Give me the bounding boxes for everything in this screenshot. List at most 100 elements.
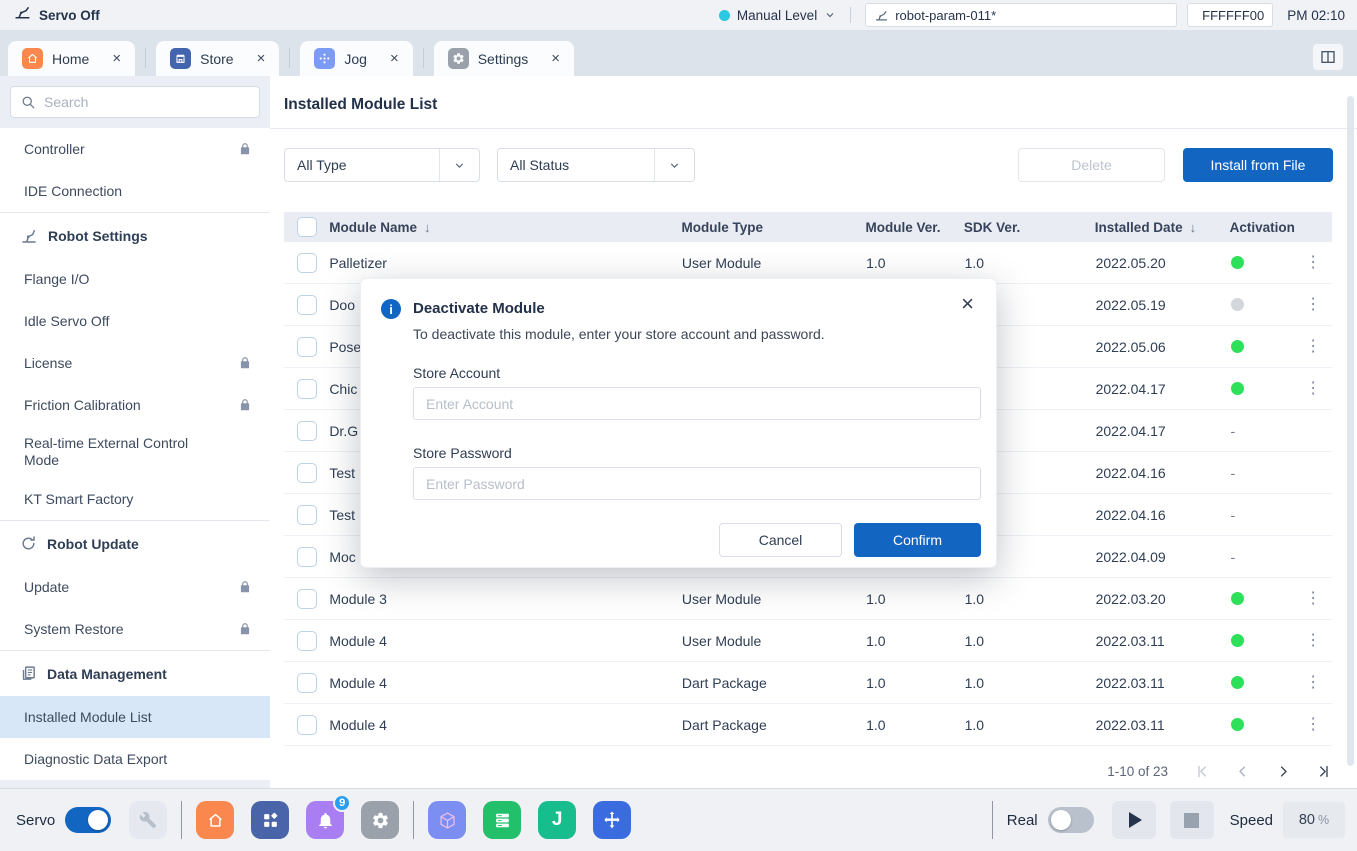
cancel-button[interactable]: Cancel (719, 523, 842, 557)
first-page-button[interactable] (1194, 764, 1209, 779)
tab-separator (423, 48, 424, 68)
column-module-name[interactable]: Module Name↓ (329, 220, 681, 235)
sdk-ver: 1.0 (965, 675, 1096, 691)
installed-date: 2022.03.11 (1096, 675, 1231, 691)
split-view-button[interactable] (1313, 44, 1343, 70)
settings-sidebar: Search Controller IDE Connection Robot S… (0, 76, 270, 788)
3d-view-button[interactable] (428, 801, 466, 839)
last-page-button[interactable] (1317, 764, 1332, 779)
sidebar-item-kt-smart-factory[interactable]: KT Smart Factory (0, 478, 270, 520)
search-input[interactable]: Search (10, 86, 260, 118)
close-icon[interactable]: × (961, 293, 974, 315)
kebab-menu-icon[interactable]: ⋮ (1305, 381, 1321, 397)
robot-file-icon (874, 8, 889, 23)
sidebar-item-update[interactable]: Update (0, 566, 270, 608)
bottom-toolbar: Servo 9 J Real Speed 80 % (0, 788, 1357, 851)
row-checkbox[interactable] (297, 589, 317, 609)
pagination-range: 1-10 of 23 (1107, 764, 1168, 779)
servo-toggle[interactable] (65, 807, 111, 833)
store-account-input[interactable] (413, 387, 981, 420)
select-all-checkbox[interactable] (297, 217, 317, 237)
sidebar-item-idle-servo-off[interactable]: Idle Servo Off (0, 300, 270, 342)
stop-icon (1184, 813, 1199, 828)
settings-button[interactable] (361, 801, 399, 839)
notifications-button[interactable]: 9 (306, 801, 344, 839)
row-checkbox[interactable] (297, 295, 317, 315)
delete-button[interactable]: Delete (1018, 148, 1165, 182)
sidebar-item-diagnostic-data-export[interactable]: Diagnostic Data Export (0, 738, 270, 780)
install-from-file-button[interactable]: Install from File (1183, 148, 1333, 182)
status-filter-select[interactable]: All Status (497, 148, 695, 182)
table-row[interactable]: Module 4 Dart Package 1.0 1.0 2022.03.11… (284, 662, 1332, 704)
sidebar-item-ide-connection[interactable]: IDE Connection (0, 170, 270, 212)
divider (992, 801, 993, 839)
installed-date: 2022.04.17 (1096, 423, 1231, 439)
program-name-field[interactable]: robot-param-011* (865, 3, 1177, 27)
play-button[interactable] (1112, 801, 1156, 839)
row-checkbox[interactable] (297, 337, 317, 357)
close-icon[interactable]: × (112, 51, 121, 66)
sidebar-item-realtime-external-control[interactable]: Real-time External Control Mode (0, 426, 270, 478)
confirm-button[interactable]: Confirm (854, 523, 981, 557)
row-checkbox[interactable] (297, 673, 317, 693)
home-button[interactable] (196, 801, 234, 839)
tool-value-field[interactable]: FFFFFF00 (1187, 3, 1273, 27)
row-checkbox[interactable] (297, 421, 317, 441)
task-list-button[interactable] (483, 801, 521, 839)
table-row[interactable]: Module 3 User Module 1.0 1.0 2022.03.20 … (284, 578, 1332, 620)
real-toggle[interactable] (1048, 807, 1094, 833)
servo-status-label: Servo Off (39, 8, 100, 23)
tab-jog[interactable]: Jog × (300, 41, 412, 76)
sort-desc-icon[interactable]: ↓ (1190, 220, 1197, 235)
tab-home[interactable]: Home × (8, 41, 135, 76)
sidebar-item-flange-io[interactable]: Flange I/O (0, 258, 270, 300)
table-row[interactable]: Module 4 Dart Package 1.0 1.0 2022.03.11… (284, 704, 1332, 746)
sidebar-item-system-restore[interactable]: System Restore (0, 608, 270, 650)
stop-button[interactable] (1170, 801, 1214, 839)
tab-store[interactable]: Store × (156, 41, 279, 76)
tool-settings-button[interactable] (129, 801, 167, 839)
close-icon[interactable]: × (390, 51, 399, 66)
prev-page-button[interactable] (1235, 764, 1250, 779)
store-password-input[interactable] (413, 467, 981, 500)
scrollbar[interactable] (1347, 96, 1354, 766)
move-button[interactable] (593, 801, 631, 839)
kebab-menu-icon[interactable]: ⋮ (1305, 255, 1321, 271)
kebab-menu-icon[interactable]: ⋮ (1305, 339, 1321, 355)
sidebar-item-friction-calibration[interactable]: Friction Calibration (0, 384, 270, 426)
sort-desc-icon[interactable]: ↓ (424, 220, 431, 235)
type-filter-select[interactable]: All Type (284, 148, 480, 182)
divider (413, 801, 414, 839)
sidebar-item-label: Diagnostic Data Export (24, 751, 167, 767)
row-checkbox[interactable] (297, 505, 317, 525)
mode-dropdown[interactable]: Manual Level (719, 8, 836, 23)
module-name: Module 3 (329, 591, 682, 607)
close-icon[interactable]: × (551, 51, 560, 66)
kebab-menu-icon[interactable]: ⋮ (1305, 717, 1321, 733)
installed-date: 2022.04.09 (1096, 549, 1231, 565)
tab-settings[interactable]: Settings × (434, 41, 574, 76)
search-icon (21, 95, 36, 110)
apps-button[interactable] (251, 801, 289, 839)
row-checkbox[interactable] (297, 379, 317, 399)
row-checkbox[interactable] (297, 631, 317, 651)
sidebar-item-license[interactable]: License (0, 342, 270, 384)
kebab-menu-icon[interactable]: ⋮ (1305, 633, 1321, 649)
sidebar-item-installed-module-list[interactable]: Installed Module List (0, 696, 270, 738)
home-icon (206, 811, 225, 830)
activation-dot (1231, 676, 1244, 689)
row-checkbox[interactable] (297, 547, 317, 567)
row-checkbox[interactable] (297, 715, 317, 735)
kebab-menu-icon[interactable]: ⋮ (1305, 297, 1321, 313)
table-row[interactable]: Module 4 User Module 1.0 1.0 2022.03.11 … (284, 620, 1332, 662)
sidebar-item-controller[interactable]: Controller (0, 128, 270, 170)
row-checkbox[interactable] (297, 463, 317, 483)
jog-button[interactable]: J (538, 801, 576, 839)
speed-value-box[interactable]: 80 % (1283, 802, 1345, 838)
kebab-menu-icon[interactable]: ⋮ (1305, 591, 1321, 607)
row-checkbox[interactable] (297, 253, 317, 273)
kebab-menu-icon[interactable]: ⋮ (1305, 675, 1321, 691)
next-page-button[interactable] (1276, 764, 1291, 779)
close-icon[interactable]: × (257, 51, 266, 66)
column-installed-date[interactable]: Installed Date↓ (1095, 220, 1230, 235)
